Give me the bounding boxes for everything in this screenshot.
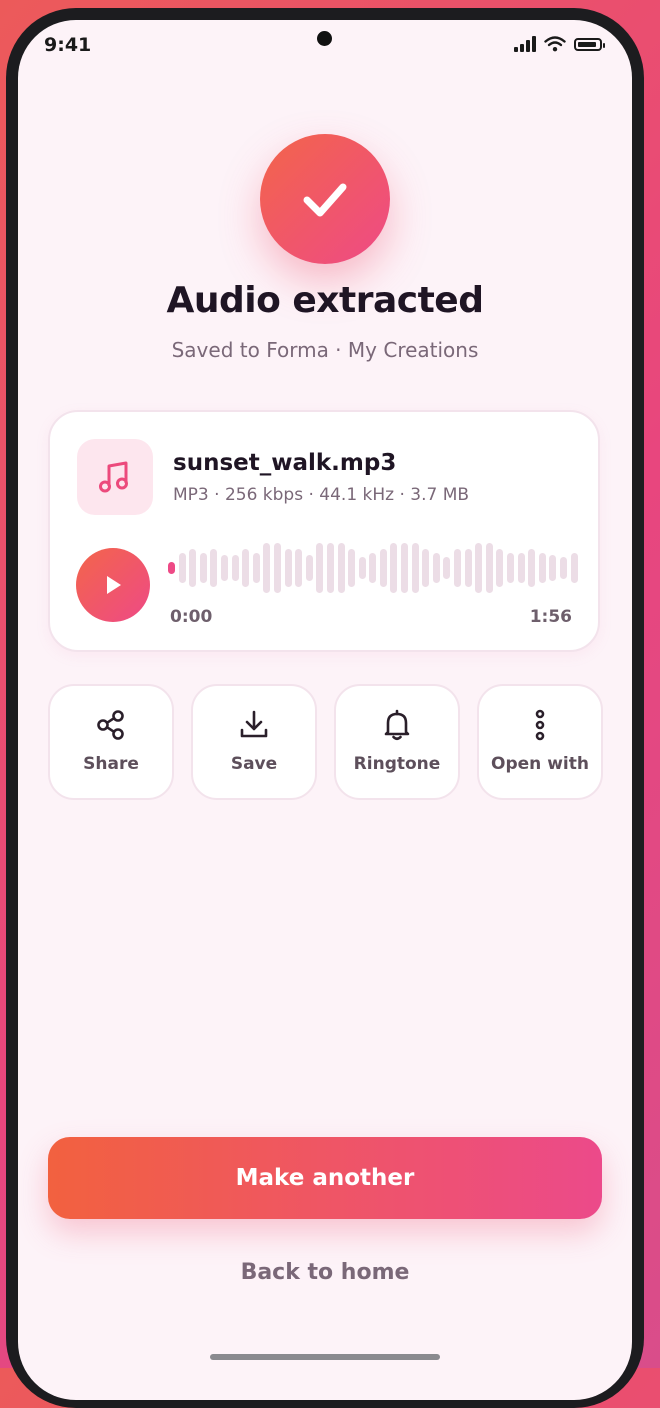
waveform-bar — [295, 549, 303, 587]
page-subtitle: Saved to Forma · My Creations — [171, 338, 479, 362]
waveform-bar — [432, 553, 440, 583]
total-duration: 1:56 — [529, 607, 572, 627]
more-vertical-icon — [535, 709, 545, 741]
file-name: sunset_walk.mp3 — [173, 450, 397, 476]
waveform-bar — [316, 543, 324, 593]
waveform-bar — [337, 543, 345, 593]
ringtone-label: Ringtone — [353, 754, 441, 774]
audio-waveform[interactable] — [168, 540, 578, 596]
front-camera — [317, 31, 332, 46]
back-to-home-link[interactable]: Back to home — [18, 1260, 632, 1285]
ringtone-button[interactable]: Ringtone — [334, 684, 460, 800]
waveform-bar — [570, 553, 578, 583]
waveform-bar — [348, 549, 356, 587]
file-meta: MP3 · 256 kbps · 44.1 kHz · 3.7 MB — [173, 485, 470, 505]
waveform-bar — [464, 549, 472, 587]
success-badge — [260, 134, 390, 264]
music-note-icon — [99, 461, 128, 493]
screen: 9:41 Audio extracted Saved to Forma · My… — [18, 20, 632, 1400]
waveform-bar — [305, 555, 313, 581]
waveform-bar — [369, 553, 377, 583]
wifi-icon — [544, 36, 566, 52]
waveform-bar — [528, 549, 536, 587]
waveform-bar — [390, 543, 398, 593]
waveform-bar — [443, 557, 451, 579]
file-thumbnail — [77, 439, 153, 515]
download-icon — [240, 710, 268, 738]
action-row: Share Save Ringtone Open with — [48, 684, 603, 800]
waveform-bar — [273, 543, 281, 593]
open-with-button[interactable]: Open with — [477, 684, 603, 800]
waveform-bar — [559, 557, 567, 579]
waveform-bar — [252, 553, 260, 583]
waveform-bar — [189, 549, 197, 587]
waveform-bar — [358, 557, 366, 579]
make-another-button[interactable]: Make another — [48, 1137, 602, 1219]
waveform-bar — [549, 555, 557, 581]
waveform-bar — [284, 549, 292, 587]
waveform-bar — [496, 549, 504, 587]
page-title: Audio extracted — [166, 280, 485, 321]
waveform-bar — [168, 562, 175, 574]
waveform-bar — [263, 543, 271, 593]
status-time: 9:41 — [44, 34, 92, 56]
audio-file-card: sunset_walk.mp3 MP3 · 256 kbps · 44.1 kH… — [48, 410, 600, 652]
waveform-bar — [538, 553, 546, 583]
waveform-bar — [422, 549, 430, 587]
waveform-bar — [178, 553, 186, 583]
waveform-bar — [454, 549, 462, 587]
waveform-bar — [379, 549, 387, 587]
waveform-bar — [411, 543, 419, 593]
waveform-bar — [199, 553, 207, 583]
waveform-bar — [485, 543, 493, 593]
save-button[interactable]: Save — [191, 684, 317, 800]
bell-icon — [384, 709, 410, 741]
play-button[interactable] — [76, 548, 150, 622]
home-indicator — [210, 1354, 440, 1360]
current-time: 0:00 — [170, 607, 213, 627]
checkmark-icon — [303, 183, 347, 217]
share-icon — [97, 710, 124, 740]
waveform-bar — [242, 549, 250, 587]
status-icons — [514, 36, 605, 52]
open-with-label: Open with — [491, 754, 589, 774]
waveform-bar — [326, 543, 334, 593]
share-label: Share — [83, 754, 139, 774]
waveform-bar — [475, 543, 483, 593]
waveform-bar — [401, 543, 409, 593]
play-icon — [107, 576, 121, 594]
waveform-bar — [507, 553, 514, 583]
save-label: Save — [230, 754, 278, 774]
share-button[interactable]: Share — [48, 684, 174, 800]
waveform-bar — [220, 555, 228, 581]
battery-icon — [574, 37, 605, 51]
waveform-bar — [210, 549, 218, 587]
signal-icon — [514, 36, 536, 52]
waveform-bar — [517, 553, 525, 583]
waveform-bar — [231, 555, 239, 581]
